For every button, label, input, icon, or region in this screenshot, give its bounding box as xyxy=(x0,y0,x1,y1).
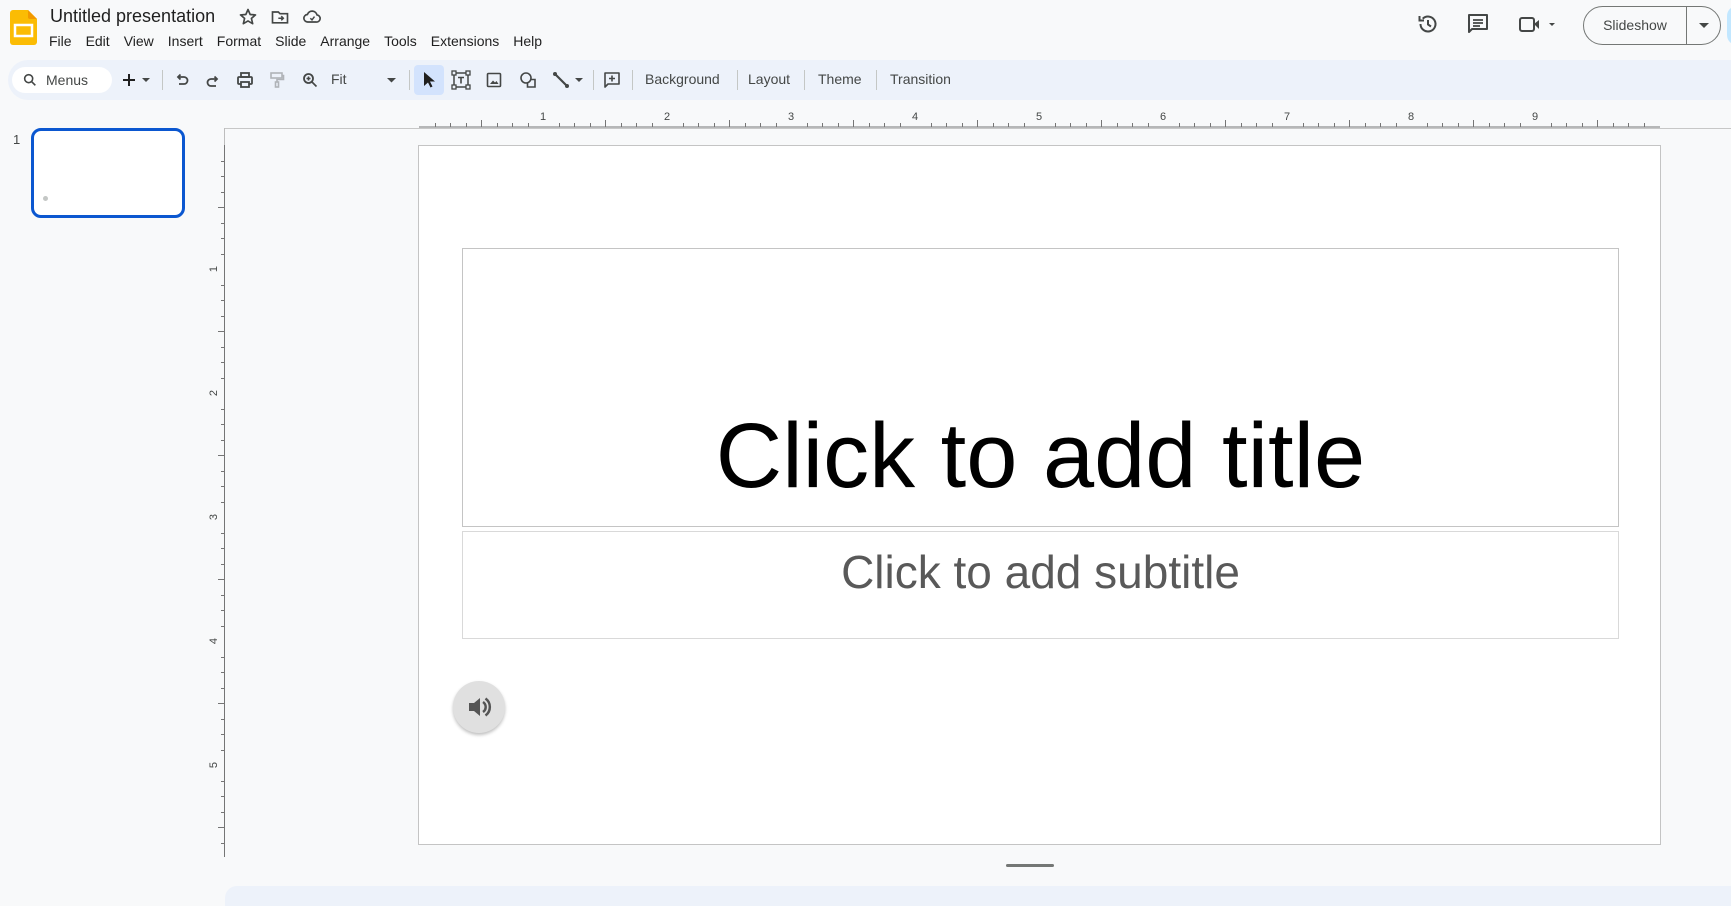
toolbar-divider xyxy=(409,70,410,90)
new-slide-icon[interactable] xyxy=(118,69,140,91)
ruler-label: 4 xyxy=(912,111,918,123)
horizontal-ruler[interactable]: 1 2 3 4 5 6 7 8 9 xyxy=(419,110,1660,128)
ruler-label: 8 xyxy=(1408,111,1414,123)
toolbar-divider xyxy=(737,70,738,90)
menu-tools[interactable]: Tools xyxy=(377,30,424,52)
ruler-label: 6 xyxy=(1160,111,1166,123)
ruler-label: 3 xyxy=(788,111,794,123)
star-icon[interactable] xyxy=(238,7,258,27)
ruler-border xyxy=(224,128,225,145)
thumbnail-audio-marker xyxy=(43,196,48,201)
slide-number: 1 xyxy=(13,132,21,147)
vertical-ruler[interactable]: 1 2 3 4 5 xyxy=(205,145,225,857)
undo-icon[interactable] xyxy=(171,69,193,91)
background-button[interactable]: Background xyxy=(645,71,720,87)
subtitle-placeholder[interactable]: Click to add subtitle xyxy=(462,531,1619,639)
menu-arrange[interactable]: Arrange xyxy=(313,30,377,52)
ruler-label: 5 xyxy=(208,762,220,768)
ruler-label: 9 xyxy=(1532,111,1538,123)
transition-button[interactable]: Transition xyxy=(890,71,951,87)
slideshow-label[interactable]: Slideshow xyxy=(1584,7,1687,44)
speaker-notes-resize-handle[interactable] xyxy=(1006,864,1054,867)
layout-button[interactable]: Layout xyxy=(748,71,790,87)
comments-icon[interactable] xyxy=(1466,12,1490,36)
cursor-arrow-icon xyxy=(424,72,435,88)
menu-extensions[interactable]: Extensions xyxy=(424,30,506,52)
paint-format-icon[interactable] xyxy=(266,69,288,91)
ruler-label: 7 xyxy=(1284,111,1290,123)
slide-canvas[interactable]: Click to add title Click to add subtitle xyxy=(418,145,1661,845)
title-placeholder-text[interactable]: Click to add title xyxy=(463,406,1618,506)
slides-logo[interactable] xyxy=(10,10,37,45)
theme-button[interactable]: Theme xyxy=(818,71,862,87)
toolbar-divider xyxy=(593,70,594,90)
line-icon[interactable] xyxy=(550,69,572,91)
menubar: File Edit View Insert Format Slide Arran… xyxy=(42,30,549,52)
text-box-icon[interactable] xyxy=(450,69,472,91)
toolbar-divider xyxy=(804,70,805,90)
search-menus-input[interactable]: Menus xyxy=(12,67,112,93)
ruler-label: 1 xyxy=(208,266,220,272)
select-tool-button[interactable] xyxy=(414,65,444,95)
menu-file[interactable]: File xyxy=(42,30,79,52)
insert-image-icon[interactable] xyxy=(483,69,505,91)
search-menus-label: Menus xyxy=(46,72,89,88)
ruler-label: 2 xyxy=(664,111,670,123)
cloud-saved-icon[interactable] xyxy=(302,7,322,27)
ruler-label: 5 xyxy=(1036,111,1042,123)
slideshow-button[interactable]: Slideshow xyxy=(1583,6,1721,45)
zoom-icon[interactable] xyxy=(299,69,321,91)
menu-format[interactable]: Format xyxy=(210,30,268,52)
shape-icon[interactable] xyxy=(517,69,539,91)
menu-help[interactable]: Help xyxy=(506,30,549,52)
title-placeholder[interactable]: Click to add title xyxy=(462,248,1619,527)
subtitle-placeholder-text[interactable]: Click to add subtitle xyxy=(463,546,1618,598)
slideshow-dropdown-icon[interactable] xyxy=(1687,7,1720,44)
slide-thumbnail[interactable] xyxy=(31,128,185,218)
ruler-label: 1 xyxy=(540,111,546,123)
version-history-icon[interactable] xyxy=(1416,12,1440,36)
menu-edit[interactable]: Edit xyxy=(79,30,117,52)
toolbar-divider xyxy=(162,70,163,90)
document-title[interactable]: Untitled presentation xyxy=(50,5,215,27)
speaker-notes-panel[interactable] xyxy=(225,886,1731,906)
menu-view[interactable]: View xyxy=(117,30,161,52)
toolbar-divider xyxy=(632,70,633,90)
redo-icon[interactable] xyxy=(202,69,224,91)
ruler-border xyxy=(224,128,1731,129)
audio-button[interactable] xyxy=(453,681,505,733)
move-to-folder-icon[interactable] xyxy=(270,7,290,27)
new-slide-dropdown-icon[interactable] xyxy=(140,69,152,91)
line-dropdown-icon[interactable] xyxy=(572,69,586,91)
print-icon[interactable] xyxy=(234,69,256,91)
menu-slide[interactable]: Slide xyxy=(268,30,313,52)
share-button[interactable] xyxy=(1727,6,1731,45)
ruler-label: 2 xyxy=(208,390,220,396)
zoom-select[interactable]: Fit xyxy=(331,71,347,87)
add-comment-icon[interactable] xyxy=(601,69,623,91)
zoom-dropdown-icon[interactable] xyxy=(381,69,401,91)
ruler-label: 3 xyxy=(208,514,220,520)
menu-insert[interactable]: Insert xyxy=(161,30,210,52)
ruler-label: 4 xyxy=(208,638,220,644)
meet-camera-icon[interactable] xyxy=(1518,12,1558,36)
search-icon xyxy=(23,73,36,86)
speaker-icon xyxy=(469,697,492,717)
toolbar-divider xyxy=(876,70,877,90)
